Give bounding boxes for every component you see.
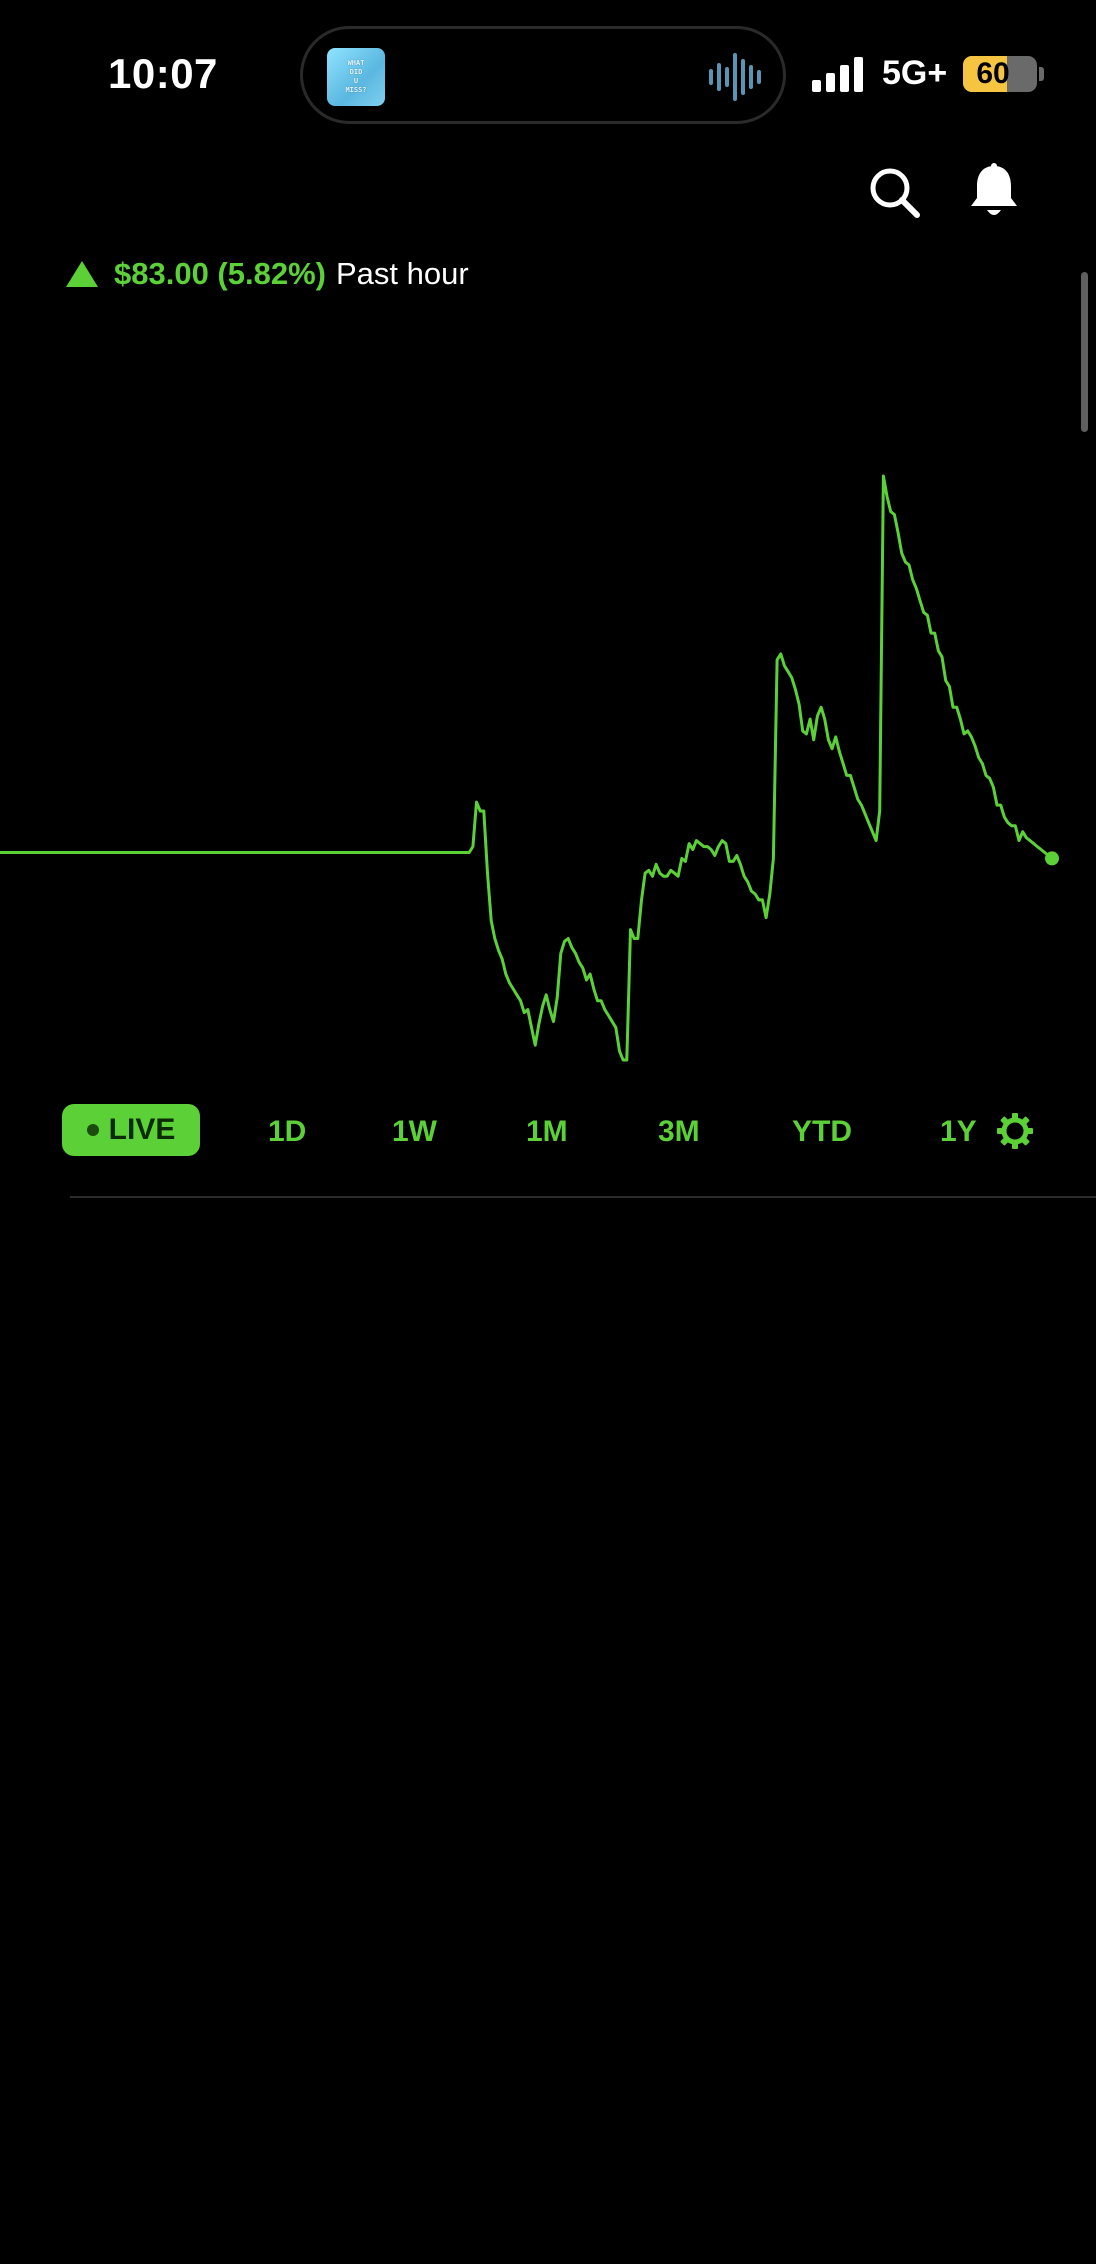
bottom-divider <box>70 1196 1096 1198</box>
battery-level: 60 <box>976 57 1010 90</box>
range-live-button[interactable]: LIVE <box>62 1104 200 1156</box>
range-1d-button[interactable]: 1D <box>268 1106 306 1158</box>
price-change-value: $83.00 (5.82%) <box>114 256 326 291</box>
cellular-signal-icon <box>812 57 863 92</box>
price-chart[interactable] <box>0 300 1096 1080</box>
status-bar: 10:07 WHAT DID U MISS? 5G+ 60 <box>0 0 1096 140</box>
search-button[interactable] <box>866 164 922 220</box>
range-3m-button[interactable]: 3M <box>658 1106 700 1158</box>
dynamic-island[interactable]: WHAT DID U MISS? <box>300 26 786 124</box>
now-playing-artwork[interactable]: WHAT DID U MISS? <box>327 48 385 106</box>
bell-icon <box>971 163 1017 215</box>
battery-icon: 60 <box>963 56 1037 92</box>
range-1y-button[interactable]: 1Y <box>940 1106 977 1158</box>
range-1m-button[interactable]: 1M <box>526 1106 568 1158</box>
gear-icon <box>997 1113 1033 1149</box>
range-1w-button[interactable]: 1W <box>392 1106 437 1158</box>
battery-cap <box>1039 67 1044 81</box>
range-ytd-button[interactable]: YTD <box>792 1106 852 1158</box>
range-fade-overlay <box>900 2200 1000 2264</box>
notifications-button[interactable] <box>968 162 1020 222</box>
chart-settings-button[interactable] <box>996 1112 1034 1150</box>
network-type: 5G+ <box>882 54 948 92</box>
up-arrow-icon <box>66 261 98 287</box>
live-dot-icon <box>86 1124 99 1136</box>
audio-waveform-icon <box>709 53 761 101</box>
price-change-summary: $83.00 (5.82%) Past hour <box>66 254 469 294</box>
time-range-selector: LIVE 1D 1W 1M 3M YTD 1Y <box>0 1100 1096 2264</box>
price-change-period: Past hour <box>335 256 469 291</box>
search-icon <box>870 168 920 218</box>
clock: 10:07 <box>108 50 218 97</box>
current-price-dot <box>1045 851 1059 866</box>
price-line <box>0 474 1054 1062</box>
